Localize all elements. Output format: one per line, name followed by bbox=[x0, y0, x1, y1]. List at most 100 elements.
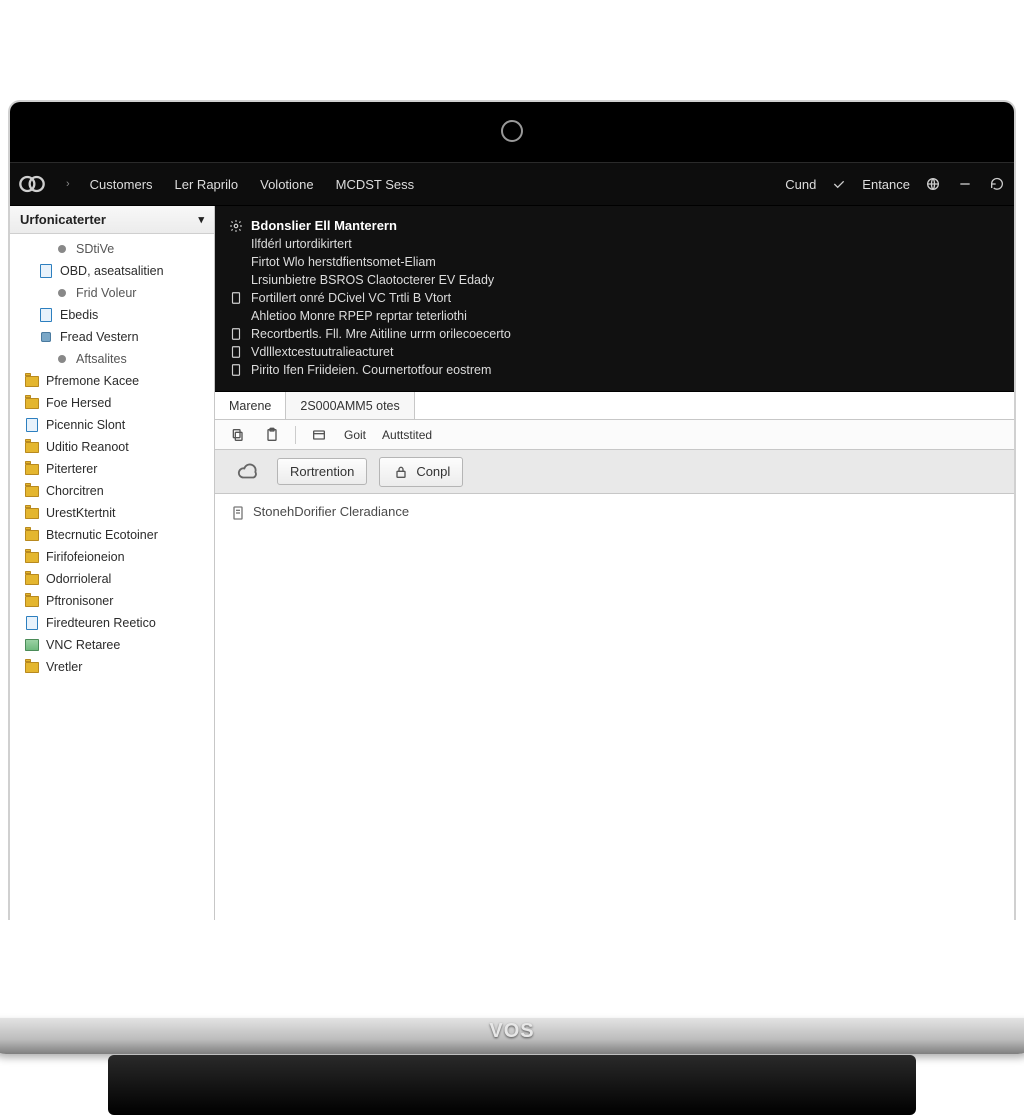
overview-line-text: Fortillert onré DCivel VC Trtli B Vtort bbox=[251, 291, 451, 305]
nav-mcdst-sess[interactable]: MCDST Sess bbox=[336, 177, 415, 192]
nav-items: Customers Ler Raprilo Volotione MCDST Se… bbox=[90, 177, 414, 192]
sidebar-item-label: Vretler bbox=[46, 660, 82, 674]
tool-open[interactable] bbox=[306, 424, 332, 446]
sidebar-item-label: Ebedis bbox=[60, 308, 98, 322]
sidebar-item[interactable]: Picennic Slont bbox=[10, 414, 214, 436]
refresh-icon[interactable] bbox=[988, 175, 1006, 193]
overview-line: Fortillert onré DCivel VC Trtli B Vtort bbox=[229, 289, 1000, 307]
sidebar-item-label: Piterterer bbox=[46, 462, 97, 476]
sidebar-item-label: Chorcitren bbox=[46, 484, 104, 498]
cloud-icon[interactable] bbox=[231, 458, 265, 486]
laptop-frame: › Customers Ler Raprilo Volotione MCDST … bbox=[8, 100, 1016, 1024]
overview-line: Ahletioo Monre RPEP reprtar teterliothi bbox=[229, 307, 1000, 325]
tab-marene[interactable]: Marene bbox=[215, 392, 286, 419]
tool-added-label: Auttstited bbox=[382, 428, 432, 442]
camera-icon bbox=[501, 120, 523, 142]
sidebar-item[interactable]: Vretler bbox=[10, 656, 214, 678]
sidebar-item-label: Uditio Reanoot bbox=[46, 440, 129, 454]
sidebar-item[interactable]: Odorrioleral bbox=[10, 568, 214, 590]
app-body: Urfonicaterter ▾ SDtiVe OBD, aseatsalitie… bbox=[10, 206, 1014, 920]
sidebar-item[interactable]: Foe Hersed bbox=[10, 392, 214, 414]
nav-entance[interactable]: Entance bbox=[862, 177, 910, 192]
sidebar-item-label: Pfremone Kacee bbox=[46, 374, 139, 388]
open-icon bbox=[310, 426, 328, 444]
document-icon bbox=[38, 263, 54, 279]
tab-strip: Marene 2S000AMM5 otes bbox=[215, 392, 1014, 420]
app-screen: › Customers Ler Raprilo Volotione MCDST … bbox=[10, 162, 1014, 920]
sidebar-item[interactable]: Btecrnutic Ecotoiner bbox=[10, 524, 214, 546]
blank-icon bbox=[229, 273, 243, 287]
nav-cund[interactable]: Cund bbox=[785, 177, 816, 192]
folder-icon bbox=[24, 593, 40, 609]
sidebar-header[interactable]: Urfonicaterter ▾ bbox=[10, 206, 214, 234]
content-area: StonehDorifier Cleradiance bbox=[215, 494, 1014, 920]
overview-line-text: Pirito Ifen Friideien. Cournertotfour eo… bbox=[251, 363, 491, 377]
sidebar-item[interactable]: Fread Vestern bbox=[10, 326, 214, 348]
document-icon bbox=[229, 291, 243, 305]
sidebar-item[interactable]: Pfremone Kacee bbox=[10, 370, 214, 392]
folder-icon bbox=[24, 395, 40, 411]
sidebar-item-label: VNC Retaree bbox=[46, 638, 120, 652]
sidebar-item-label: Pftronisoner bbox=[46, 594, 113, 608]
tool-goit-label: Goit bbox=[344, 428, 366, 442]
sidebar-item[interactable]: Firifofeioneion bbox=[10, 546, 214, 568]
folder-icon bbox=[24, 659, 40, 675]
sidebar-item-label: Aftsalites bbox=[76, 352, 127, 366]
sidebar-item[interactable]: UrestKtertnit bbox=[10, 502, 214, 524]
sidebar-item[interactable]: Piterterer bbox=[10, 458, 214, 480]
check-icon bbox=[830, 175, 848, 193]
sidebar-item[interactable]: OBD, aseatsalitien bbox=[10, 260, 214, 282]
sidebar-item-label: OBD, aseatsalitien bbox=[60, 264, 164, 278]
sidebar-item[interactable]: SDtiVe bbox=[10, 238, 214, 260]
folder-icon bbox=[24, 373, 40, 389]
gear-icon bbox=[229, 219, 243, 233]
sidebar-item-label: SDtiVe bbox=[76, 242, 114, 256]
sidebar-item[interactable]: Chorcitren bbox=[10, 480, 214, 502]
nav-ler-raprilo[interactable]: Ler Raprilo bbox=[175, 177, 239, 192]
sidebar-item[interactable]: Frid Voleur bbox=[10, 282, 214, 304]
nav-chevron-right-icon[interactable]: › bbox=[60, 178, 76, 190]
tab-secondary[interactable]: 2S000AMM5 otes bbox=[286, 392, 414, 419]
document-icon bbox=[24, 417, 40, 433]
document-icon bbox=[229, 504, 247, 522]
sidebar-item-label: Picennic Slont bbox=[46, 418, 125, 432]
app-logo-icon bbox=[18, 170, 46, 198]
sidebar-item[interactable]: VNC Retaree bbox=[10, 634, 214, 656]
tool-added[interactable]: Auttstited bbox=[378, 426, 436, 444]
sidebar-item-label: Firifofeioneion bbox=[46, 550, 125, 564]
secondary-action-button[interactable]: Conpl bbox=[379, 457, 463, 487]
overview-line-text: Firtot Wlo herstdfientsomet-Eliam bbox=[251, 255, 436, 269]
main-area: Bdonslier Ell Manterern Ilfdérl urtordik… bbox=[215, 206, 1014, 920]
sidebar-item[interactable]: Ebedis bbox=[10, 304, 214, 326]
toolbar-separator bbox=[295, 426, 296, 444]
tool-paste[interactable] bbox=[259, 424, 285, 446]
tool-copy[interactable] bbox=[225, 424, 251, 446]
sidebar-item[interactable]: Aftsalites bbox=[10, 348, 214, 370]
nav-right: Cund Entance bbox=[785, 175, 1006, 193]
blank-icon bbox=[229, 255, 243, 269]
primary-action-button[interactable]: Rortrention bbox=[277, 458, 367, 485]
overview-line: Firtot Wlo herstdfientsomet-Eliam bbox=[229, 253, 1000, 271]
blank-icon bbox=[229, 309, 243, 323]
globe-icon[interactable] bbox=[924, 175, 942, 193]
tool-goit[interactable]: Goit bbox=[340, 426, 370, 444]
chevron-down-icon: ▾ bbox=[198, 213, 204, 226]
document-icon bbox=[38, 307, 54, 323]
nav-volotione[interactable]: Volotione bbox=[260, 177, 314, 192]
node-icon bbox=[38, 329, 54, 345]
folder-icon bbox=[24, 483, 40, 499]
overview-line-text: Vdlllextcestuutralieacturet bbox=[251, 345, 393, 359]
minimize-icon[interactable] bbox=[956, 175, 974, 193]
lock-icon bbox=[392, 463, 410, 481]
overview-line-text: Ahletioo Monre RPEP reprtar teterliothi bbox=[251, 309, 467, 323]
sidebar: Urfonicaterter ▾ SDtiVe OBD, aseatsalitie… bbox=[10, 206, 215, 920]
document-icon bbox=[229, 363, 243, 377]
sidebar-item[interactable]: Pftronisoner bbox=[10, 590, 214, 612]
nav-customers[interactable]: Customers bbox=[90, 177, 153, 192]
sidebar-item[interactable]: Uditio Reanoot bbox=[10, 436, 214, 458]
app-icon bbox=[24, 637, 40, 653]
sidebar-list: SDtiVe OBD, aseatsalitien Frid Voleur Ebedi… bbox=[10, 234, 214, 690]
folder-icon bbox=[24, 571, 40, 587]
sidebar-item[interactable]: Firedteuren Reetico bbox=[10, 612, 214, 634]
overview-line: Vdlllextcestuutralieacturet bbox=[229, 343, 1000, 361]
